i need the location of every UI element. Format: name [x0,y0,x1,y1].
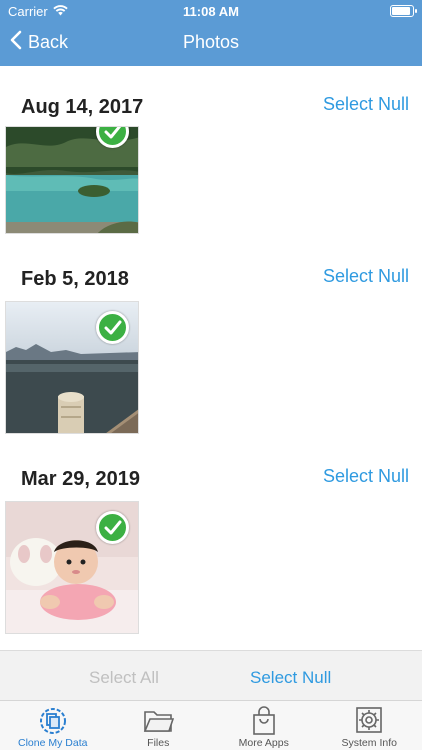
select-null-button[interactable]: Select Null [323,266,409,287]
shopping-bag-icon [251,706,277,741]
tab-files[interactable]: Files [106,701,212,750]
gear-icon [355,706,383,739]
tab-clone-my-data[interactable]: Clone My Data [0,701,106,750]
photo-thumbnail[interactable] [5,301,139,434]
selected-check-icon[interactable] [96,511,129,544]
tab-label: More Apps [238,737,289,749]
select-null-button[interactable]: Select Null [323,466,409,487]
tab-bar: Clone My Data Files More Apps System Inf… [0,700,422,750]
group-date: Mar 29, 2019 [21,468,140,490]
tab-label: Clone My Data [18,737,88,749]
page-title: Photos [182,32,240,52]
navigation-bar: Back Photos [0,22,422,66]
group-date: Aug 14, 2017 [21,96,144,118]
photo-group: Feb 5, 2018 Select Null [0,256,422,456]
photo-thumbnail[interactable] [5,126,139,234]
selection-action-bar: Select All Select Null [0,650,422,700]
photo-thumbnail[interactable] [5,501,139,634]
battery-icon [390,5,417,17]
folder-icon [142,706,175,739]
tab-system-info[interactable]: System Info [317,701,422,750]
status-bar: Carrier 11:08 AM [0,0,422,22]
clock: 11:08 AM [183,4,239,19]
header: Carrier 11:08 AM Back Photos [0,0,422,66]
select-null-all-button[interactable]: Select Null [250,668,331,688]
tab-label: Files [147,737,170,749]
select-all-button[interactable]: Select All [89,668,159,688]
tab-label: System Info [341,737,397,749]
group-date: Feb 5, 2018 [21,268,129,290]
tab-more-apps[interactable]: More Apps [211,701,317,750]
select-null-button[interactable]: Select Null [323,94,409,115]
clone-icon [38,706,68,741]
photo-group: Mar 29, 2019 Select Null [0,456,422,650]
photo-group: Aug 14, 2017 Select Null [0,66,422,256]
selected-check-icon[interactable] [96,311,129,344]
